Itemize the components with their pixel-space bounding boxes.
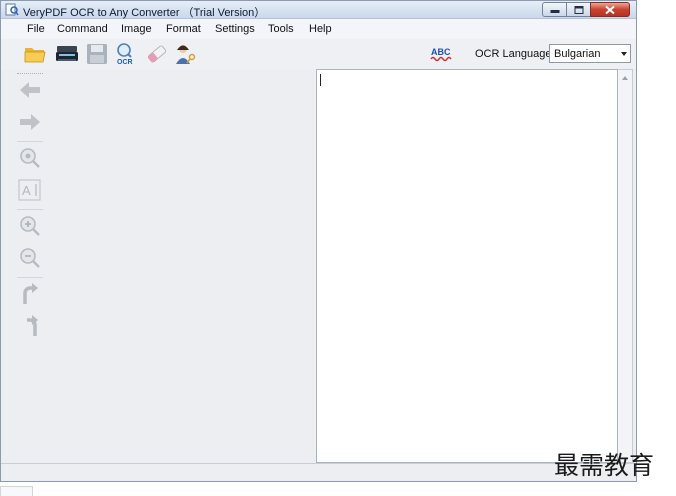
app-window: VeryPDF OCR to Any Converter （Trial Vers… [0, 0, 637, 482]
grip-divider [17, 73, 43, 74]
menu-help[interactable]: Help [309, 23, 332, 35]
maximize-icon [574, 5, 583, 14]
zoom-area-icon[interactable] [17, 145, 43, 171]
ocr-language-select[interactable]: Bulgarian [549, 44, 631, 63]
ocr-language-value: Bulgarian [554, 48, 601, 60]
text-vertical-scrollbar[interactable] [618, 69, 633, 463]
user-key-icon[interactable] [174, 42, 198, 66]
rotate-right-icon[interactable] [17, 313, 43, 339]
side-toolbar: A [13, 71, 47, 463]
ocr-icon-label: OCR [117, 59, 133, 66]
spellcheck-icon[interactable]: ABC [429, 42, 455, 66]
menu-format[interactable]: Format [166, 23, 201, 35]
app-icon [5, 3, 19, 16]
zoom-out-icon[interactable] [17, 245, 43, 271]
window-controls [542, 2, 630, 17]
arrow-left-icon[interactable] [17, 77, 43, 103]
close-button[interactable] [590, 2, 630, 17]
ocr-text-area[interactable] [316, 69, 618, 463]
side-divider [17, 209, 43, 210]
spellcheck-icon-label: ABC [431, 47, 451, 57]
menu-file[interactable]: File [27, 23, 45, 35]
menu-image[interactable]: Image [121, 23, 152, 35]
menu-bar: File Command Image Format Settings Tools… [1, 19, 636, 39]
image-view-area[interactable] [47, 69, 315, 463]
svg-text:A: A [22, 183, 31, 198]
save-icon[interactable] [85, 42, 109, 66]
watermark-logo: 最需教育 [554, 451, 654, 479]
taskbar-tab[interactable] [0, 486, 33, 496]
text-select-icon[interactable]: A [17, 177, 43, 203]
chevron-down-icon [621, 52, 627, 56]
side-divider [17, 277, 43, 278]
status-bar [1, 463, 636, 481]
window-title: VeryPDF OCR to Any Converter （Trial Vers… [23, 7, 266, 19]
minimize-icon [550, 9, 559, 13]
eraser-icon[interactable] [145, 42, 169, 66]
menu-command[interactable]: Command [57, 23, 108, 35]
arrow-right-icon[interactable] [17, 109, 43, 135]
ocr-language-label: OCR Language [475, 48, 552, 60]
scroll-up-icon[interactable] [622, 76, 628, 80]
toolbar: OCR ABC OCR Language Bulgarian [1, 39, 636, 69]
side-divider [17, 141, 43, 142]
ocr-icon[interactable]: OCR [115, 42, 139, 66]
close-icon [605, 5, 615, 14]
title-bar[interactable]: VeryPDF OCR to Any Converter （Trial Vers… [1, 1, 636, 19]
open-folder-icon[interactable] [23, 42, 47, 66]
menu-settings[interactable]: Settings [215, 23, 255, 35]
menu-tools[interactable]: Tools [268, 23, 294, 35]
rotate-left-icon[interactable] [17, 281, 43, 307]
zoom-in-icon[interactable] [17, 213, 43, 239]
watermark-text: 最需教育 [554, 451, 654, 479]
scanner-icon[interactable] [55, 42, 79, 66]
text-caret [320, 74, 321, 86]
maximize-button[interactable] [566, 2, 591, 17]
minimize-button[interactable] [542, 2, 567, 17]
